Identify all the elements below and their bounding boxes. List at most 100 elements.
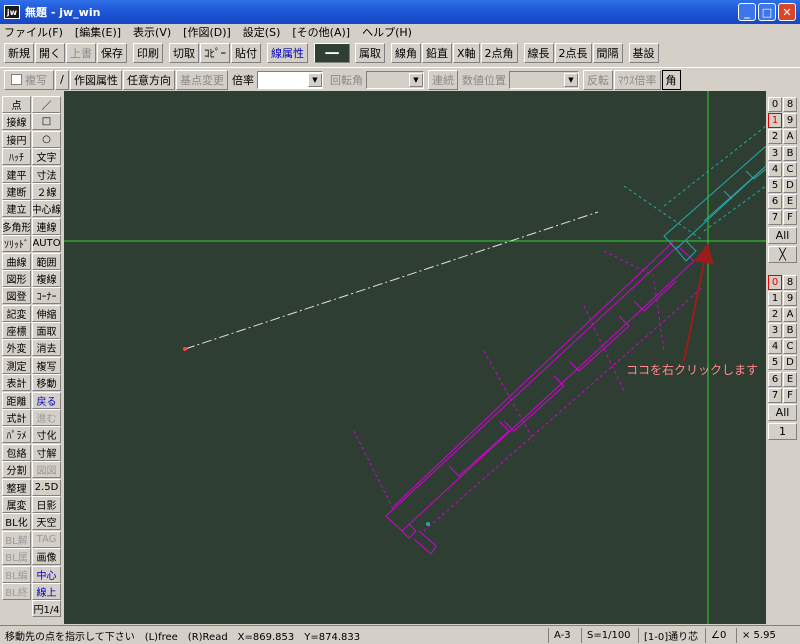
tool-button[interactable]: ｿﾘｯﾄﾞ: [2, 235, 31, 253]
tool-button[interactable]: 消去: [32, 339, 61, 357]
x-axis-button[interactable]: X軸: [453, 43, 480, 63]
mouse-scale-button[interactable]: ﾏｳｽ倍率: [614, 69, 661, 90]
vertical-button[interactable]: 鉛直: [422, 43, 452, 63]
group-button[interactable]: 3: [768, 323, 782, 339]
tool-button[interactable]: TAG: [32, 530, 61, 548]
group-button[interactable]: 4: [768, 339, 782, 355]
tool-button[interactable]: 包絡: [2, 443, 31, 461]
tool-button[interactable]: 表計: [2, 374, 31, 392]
tool-button[interactable]: 接円: [2, 130, 31, 148]
tool-button[interactable]: □: [32, 113, 61, 131]
layer-button[interactable]: 3: [768, 145, 782, 161]
group-button[interactable]: 9: [783, 290, 797, 306]
tool-button[interactable]: 伸縮: [32, 304, 61, 322]
menu-draw[interactable]: [作図(D)]: [183, 24, 231, 40]
draw-attr-button[interactable]: 作図属性: [70, 69, 122, 90]
group-button[interactable]: 0: [768, 274, 782, 290]
layer-button[interactable]: 8: [783, 97, 797, 112]
num-pos-dropdown[interactable]: ▼: [509, 70, 579, 89]
new-button[interactable]: 新規: [4, 43, 34, 63]
tool-button[interactable]: 建立: [2, 200, 31, 218]
current-layer[interactable]: [1-0]通り芯: [639, 628, 705, 643]
corner-button[interactable]: 角: [661, 69, 681, 90]
spacing-button[interactable]: 間隔: [592, 43, 623, 63]
line-length-button[interactable]: 線長: [523, 43, 554, 63]
group-button[interactable]: 5: [768, 355, 782, 371]
layer-button[interactable]: 6: [768, 194, 782, 210]
tool-button[interactable]: ﾊﾟﾗﾒ: [2, 426, 31, 444]
drawing-scale[interactable]: S=1/100: [582, 630, 638, 641]
drawing-canvas[interactable]: ココを右クリックします: [64, 91, 766, 624]
layer-cross-button[interactable]: ╳: [768, 245, 797, 263]
tool-button[interactable]: 記変: [2, 304, 31, 322]
tool-button[interactable]: 図形: [2, 269, 31, 287]
angle-readout[interactable]: ∠0: [706, 630, 736, 641]
scale-dropdown[interactable]: ▼: [257, 70, 323, 89]
layer-button[interactable]: 4: [768, 161, 782, 177]
tool-button[interactable]: 円1/4: [32, 600, 61, 618]
tool-button[interactable]: BL属: [2, 548, 31, 566]
tool-button[interactable]: ○: [32, 130, 61, 148]
layer-button[interactable]: 2: [768, 129, 782, 145]
tool-button[interactable]: 移動: [32, 374, 61, 392]
slash-icon[interactable]: /: [55, 69, 69, 90]
tool-button[interactable]: 複写: [32, 356, 61, 374]
tool-button[interactable]: 面取: [32, 322, 61, 340]
group-button[interactable]: C: [783, 339, 797, 355]
layer-all-button[interactable]: All: [768, 226, 797, 244]
free-direction-button[interactable]: 任意方向: [123, 69, 175, 90]
group-button[interactable]: 7: [768, 387, 782, 403]
tool-button[interactable]: 連線: [32, 217, 61, 235]
group-button[interactable]: 1: [768, 290, 782, 306]
tool-button[interactable]: ２線: [32, 182, 61, 200]
tool-button[interactable]: BL終: [2, 582, 31, 600]
layer-button[interactable]: 0: [768, 97, 782, 112]
print-button[interactable]: 印刷: [133, 43, 163, 63]
line-angle-button[interactable]: 線角: [391, 43, 421, 63]
group-button[interactable]: B: [783, 323, 797, 339]
tool-button[interactable]: 分割: [2, 461, 31, 479]
layer-button[interactable]: A: [783, 129, 797, 145]
tool-button[interactable]: ｺｰﾅｰ: [32, 287, 61, 305]
group-button[interactable]: A: [783, 306, 797, 322]
tool-button[interactable]: 線上: [32, 582, 61, 600]
two-point-length-button[interactable]: 2点長: [554, 43, 592, 63]
tool-button[interactable]: 日影: [32, 495, 61, 513]
tool-button[interactable]: 点: [2, 96, 31, 113]
menu-file[interactable]: ファイル(F): [4, 24, 63, 40]
layer-button[interactable]: E: [783, 194, 797, 210]
tool-button[interactable]: 寸法: [32, 165, 61, 183]
tool-button[interactable]: 寸解: [32, 443, 61, 461]
line-type-button[interactable]: ━━: [314, 43, 350, 63]
tool-button[interactable]: 建断: [2, 182, 31, 200]
tool-button[interactable]: 戻る: [32, 391, 61, 409]
tool-button[interactable]: BL化: [2, 513, 31, 531]
group-button[interactable]: E: [783, 371, 797, 387]
attr-take-button[interactable]: 属取: [355, 43, 385, 63]
menu-settings[interactable]: 設定(S): [243, 24, 281, 40]
tool-button[interactable]: 多角形: [2, 217, 31, 235]
paper-size[interactable]: A-3: [549, 630, 581, 641]
zoom-readout[interactable]: × 5.95: [737, 630, 781, 641]
tool-button[interactable]: 測定: [2, 356, 31, 374]
tool-button[interactable]: 中心線: [32, 200, 61, 218]
base-setting-button[interactable]: 基設: [628, 43, 659, 63]
maximize-button[interactable]: □: [758, 3, 776, 21]
layer-button[interactable]: B: [783, 145, 797, 161]
tool-button[interactable]: BL編: [2, 565, 31, 583]
tool-button[interactable]: 式計: [2, 409, 31, 427]
layer-button[interactable]: F: [783, 210, 797, 226]
group-all-button[interactable]: All: [768, 404, 797, 421]
tool-button[interactable]: 進む: [32, 409, 61, 427]
overwrite-button[interactable]: 上書: [66, 43, 96, 63]
title-bar[interactable]: jw 無題 - jw_win _ □ ✕: [0, 0, 800, 24]
layer-button[interactable]: 7: [768, 210, 782, 226]
tool-button[interactable]: 図登: [2, 287, 31, 305]
tool-button[interactable]: AUTO: [32, 235, 61, 253]
tool-button[interactable]: 座標: [2, 322, 31, 340]
tool-button[interactable]: 2.5D: [32, 478, 61, 496]
tool-button[interactable]: 寸化: [32, 426, 61, 444]
tool-button[interactable]: 接線: [2, 113, 31, 131]
tool-button[interactable]: 複線: [32, 269, 61, 287]
tool-button[interactable]: 建平: [2, 165, 31, 183]
